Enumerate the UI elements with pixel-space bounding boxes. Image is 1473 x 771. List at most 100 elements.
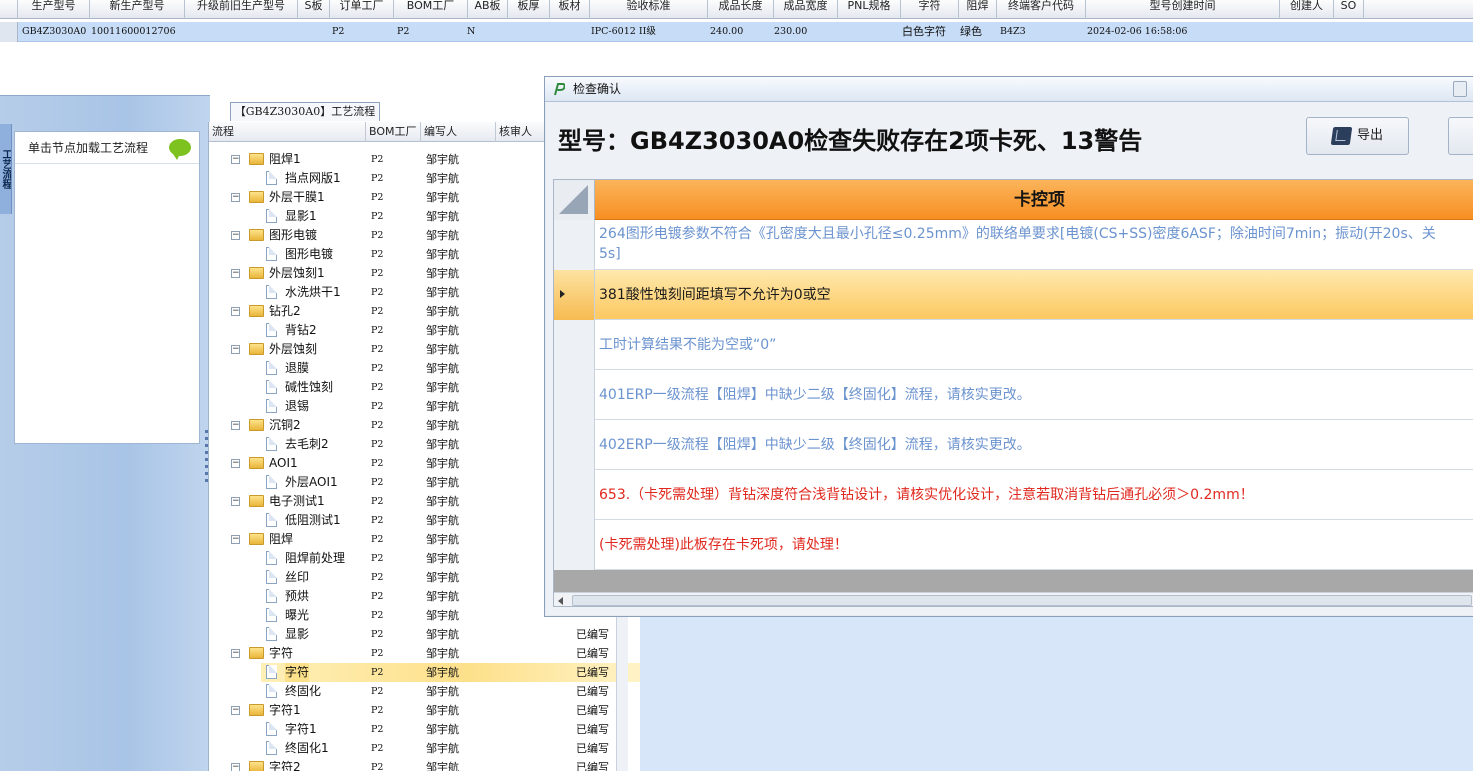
author-value: 邹宇航 [426, 153, 459, 166]
cell-created: 2024-02-06 16:58:06 [1087, 26, 1188, 37]
bom-value: P2 [371, 629, 384, 640]
collapse-icon[interactable]: − [231, 231, 240, 240]
col-header[interactable]: PNL规格 [838, 0, 901, 19]
author-value: 邹宇航 [426, 495, 459, 508]
tree-leaf-node[interactable]: 终固化 P2 邹宇航 已编写 [209, 682, 640, 701]
tree-leaf-node[interactable]: 终固化1 P2 邹宇航 已编写 [209, 739, 640, 758]
tree-leaf-node[interactable]: 显影 P2 邹宇航 已编写 [209, 625, 640, 644]
tree-leaf-node[interactable]: 字符1 P2 邹宇航 已编写 [209, 720, 640, 739]
collapse-icon[interactable]: − [231, 307, 240, 316]
author-value: 邹宇航 [426, 172, 459, 185]
col-header[interactable]: 升级前旧生产型号 [185, 0, 298, 19]
control-column-header[interactable]: 卡控项 [595, 180, 1473, 220]
col-header[interactable]: 订单工厂 [330, 0, 394, 19]
bom-value: P2 [371, 610, 384, 621]
side-tab-process[interactable]: 工艺流程 [0, 124, 12, 214]
tree-col-header[interactable]: BOM工厂 [366, 122, 421, 142]
tree-node-label: 外层AOI1 [285, 475, 338, 489]
control-item-row[interactable]: (卡死需处理)此板存在卡死项，请处理！ [554, 520, 1473, 570]
folder-icon [249, 647, 264, 659]
tree-leaf-node[interactable]: 字符 P2 邹宇航 已编写 [209, 663, 640, 682]
collapse-icon[interactable]: − [231, 193, 240, 202]
control-item-line: 264图形电镀参数不符合《孔密度大且最小孔径≤0.25mm》的联络单要求[电镀(… [599, 226, 1436, 242]
tree-node-label: 阻焊1 [269, 152, 301, 166]
scroll-left-icon[interactable] [558, 597, 563, 605]
control-item-row[interactable]: 381酸性蚀刻间距填写不允许为0或空 [554, 270, 1473, 320]
author-value: 邹宇航 [426, 419, 459, 432]
status-value: 已编写 [576, 647, 609, 660]
col-header[interactable]: 验收标准 [590, 0, 708, 19]
tree-col-header[interactable]: 流程 [209, 122, 366, 142]
col-header[interactable]: 板材 [550, 0, 590, 19]
collapse-icon[interactable]: − [231, 345, 240, 354]
col-header[interactable]: 阻焊 [959, 0, 997, 19]
tree-folder-node[interactable]: − 字符2 P2 邹宇航 已编写 [209, 758, 640, 771]
tree-node-label: 预烘 [285, 589, 310, 603]
collapse-icon[interactable]: − [231, 649, 240, 658]
row-header[interactable] [554, 320, 595, 370]
col-header[interactable]: 生产型号 [18, 0, 90, 19]
collapse-icon[interactable]: − [231, 535, 240, 544]
bom-value: P2 [371, 363, 384, 374]
tree-node-label: 水洗烘干1 [285, 285, 341, 299]
scroll-thumb[interactable] [572, 595, 1472, 606]
collapse-icon[interactable]: − [231, 269, 240, 278]
control-item-row[interactable]: 264图形电镀参数不符合《孔密度大且最小孔径≤0.25mm》的联络单要求[电镀(… [554, 220, 1473, 270]
row-header[interactable] [554, 370, 595, 420]
col-header[interactable]: 新生产型号 [90, 0, 185, 19]
control-item-row[interactable]: 工时计算结果不能为空或“0” [554, 320, 1473, 370]
bom-value: P2 [371, 439, 384, 450]
row-header[interactable] [554, 220, 595, 270]
row-header[interactable] [554, 270, 595, 320]
col-header[interactable]: SO [1334, 0, 1364, 19]
row-header[interactable] [554, 420, 595, 470]
speech-bubble-icon[interactable] [169, 139, 191, 160]
col-header[interactable]: S板 [298, 0, 330, 19]
tree-folder-node[interactable]: − 字符 P2 邹宇航 已编写 [209, 644, 640, 663]
document-icon [266, 247, 277, 261]
collapse-icon[interactable]: − [231, 421, 240, 430]
folder-icon [249, 533, 264, 545]
bom-value: P2 [371, 192, 384, 203]
col-header[interactable]: 型号创建时间 [1086, 0, 1280, 19]
control-item-line: 653.（卡死需处理）背钻深度符合浅背钻设计，请核实优化设计，注意若取消背钻后通… [599, 487, 1254, 503]
control-item-row[interactable]: 402ERP一级流程【阻焊】中缺少二级【终固化】流程，请核实更改。 [554, 420, 1473, 470]
collapse-icon[interactable]: − [231, 706, 240, 715]
author-value: 邹宇航 [426, 628, 459, 641]
col-header[interactable]: 终端客户代码 [997, 0, 1086, 19]
row-selector[interactable] [0, 22, 18, 42]
bom-value: P2 [371, 306, 384, 317]
dialog-titlebar[interactable]: 检查确认 [545, 77, 1473, 102]
collapse-icon[interactable]: − [231, 497, 240, 506]
collapse-icon[interactable]: − [231, 459, 240, 468]
document-icon [266, 399, 277, 413]
export-button[interactable]: 导出 [1306, 117, 1409, 155]
col-header[interactable]: AB板 [468, 0, 508, 19]
control-item-row[interactable]: 401ERP一级流程【阻焊】中缺少二级【终固化】流程，请核实更改。 [554, 370, 1473, 420]
author-value: 邹宇航 [426, 191, 459, 204]
tree-title-tab[interactable]: 【GB4Z3030A0】工艺流程 [230, 102, 380, 121]
collapse-icon[interactable]: − [231, 155, 240, 164]
status-value: 已编写 [576, 742, 609, 755]
select-all-corner[interactable] [554, 180, 595, 220]
col-header[interactable]: 字符 [901, 0, 959, 19]
col-header[interactable]: 成品宽度 [774, 0, 838, 19]
tree-node-label: 沉铜2 [269, 418, 301, 432]
close-button[interactable] [1453, 81, 1467, 97]
row-header[interactable] [554, 470, 595, 520]
table-row[interactable]: GB4Z3030A0 10011600012706 P2 P2 N IPC-60… [18, 22, 1473, 42]
collapse-icon[interactable]: − [231, 763, 240, 771]
bom-value: P2 [371, 420, 384, 431]
dialog-button[interactable] [1448, 117, 1473, 155]
tree-scrollbar[interactable] [616, 592, 628, 771]
col-header[interactable]: BOM工厂 [394, 0, 468, 19]
col-header[interactable]: 成品长度 [708, 0, 774, 19]
tree-folder-node[interactable]: − 字符1 P2 邹宇航 已编写 [209, 701, 640, 720]
horizontal-scrollbar[interactable] [554, 592, 1473, 606]
col-header[interactable]: 创建人 [1280, 0, 1334, 19]
document-icon [266, 380, 277, 394]
row-header[interactable] [554, 520, 595, 570]
tree-col-header[interactable]: 编写人 [421, 122, 496, 142]
control-item-row[interactable]: 653.（卡死需处理）背钻深度符合浅背钻设计，请核实优化设计，注意若取消背钻后通… [554, 470, 1473, 520]
col-header[interactable]: 板厚 [508, 0, 550, 19]
